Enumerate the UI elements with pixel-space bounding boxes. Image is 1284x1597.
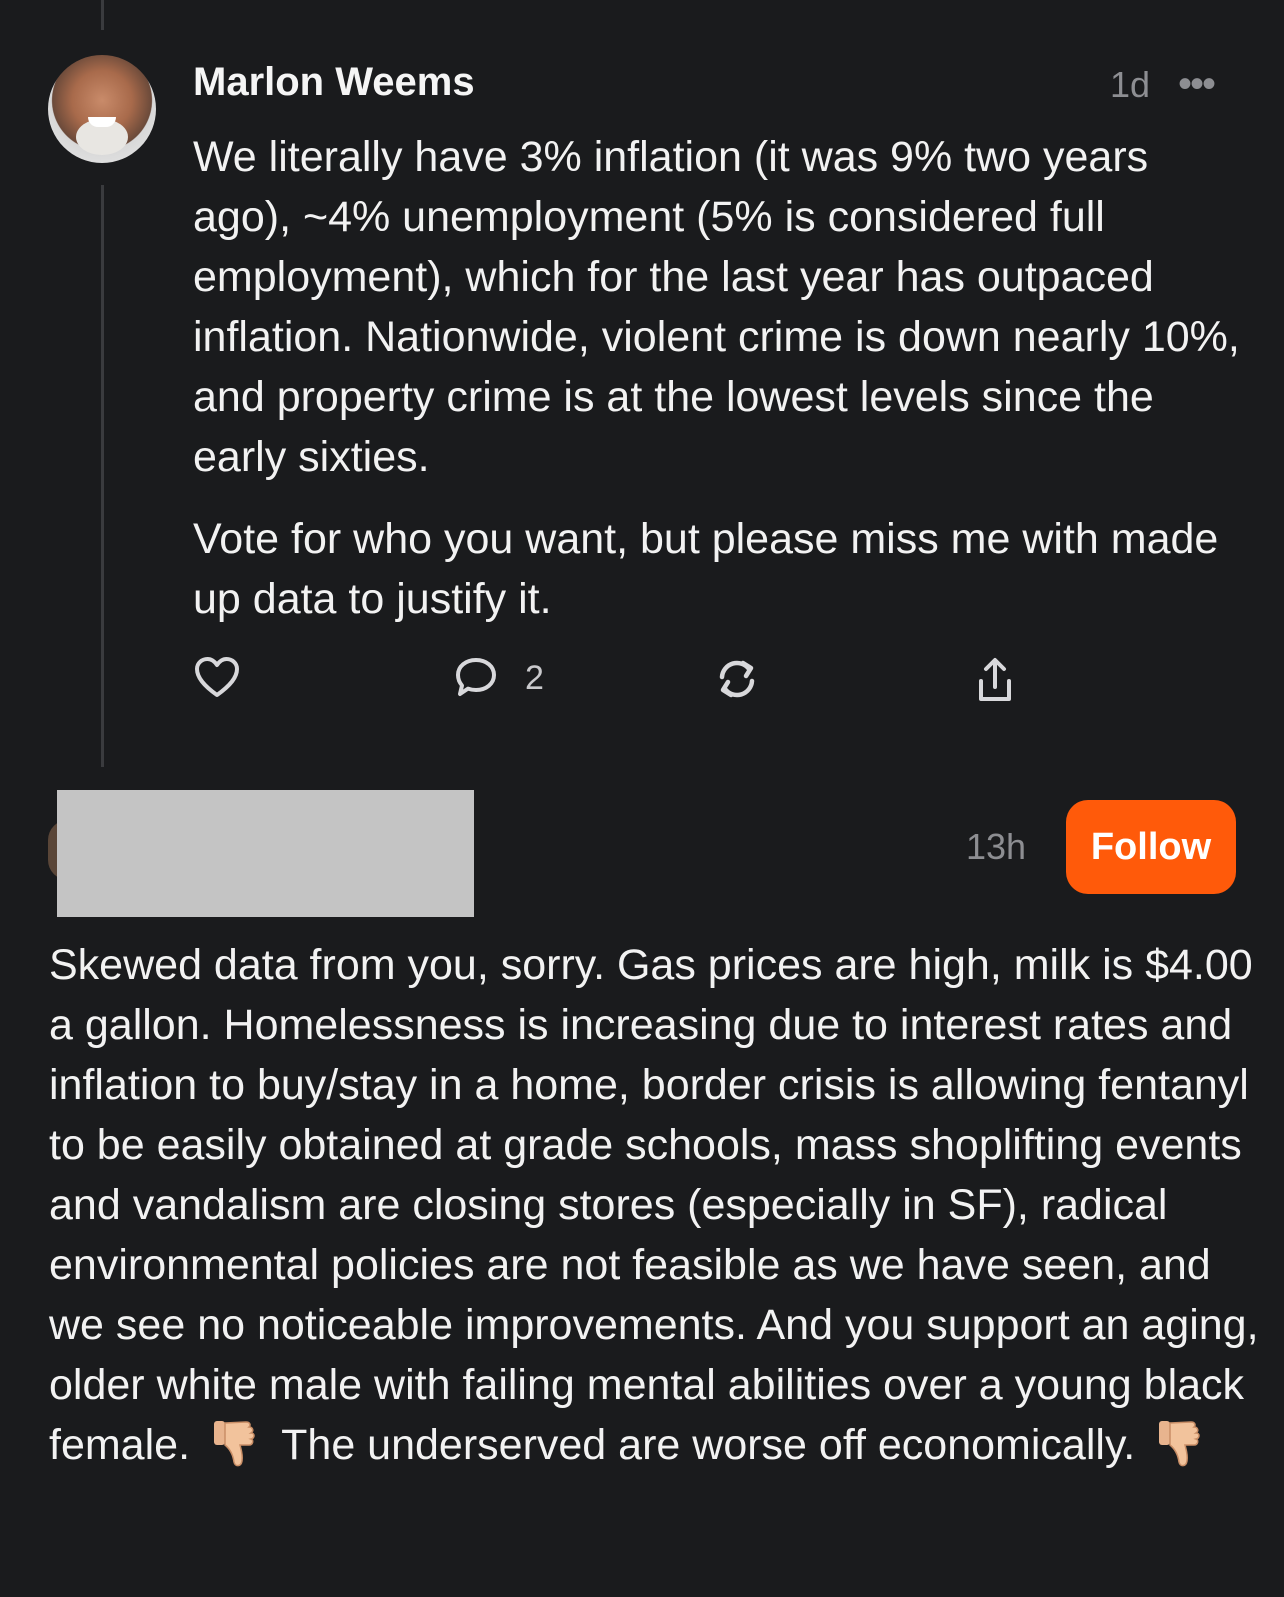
heart-icon — [195, 657, 239, 697]
post-paragraph-1: We literally have 3% inflation (it was 9… — [193, 133, 1240, 481]
post-body: We literally have 3% inflation (it was 9… — [193, 127, 1243, 629]
like-button[interactable] — [193, 655, 241, 699]
post-timestamp: 1d — [1110, 64, 1151, 105]
repost-button[interactable] — [713, 655, 761, 703]
repost-icon — [719, 660, 755, 698]
reply-text-part1: Skewed data from you, sorry. Gas prices … — [49, 941, 1259, 1469]
thread-line-top — [101, 0, 104, 30]
reply-timestamp: 13h — [966, 826, 1027, 867]
author-name[interactable]: Marlon Weems — [193, 60, 475, 105]
more-options-icon[interactable]: ••• — [1178, 62, 1216, 107]
follow-button[interactable]: Follow — [1066, 800, 1236, 894]
thumbs-down-icon — [213, 1420, 255, 1467]
reply-button[interactable]: 2 — [453, 655, 544, 701]
author-avatar[interactable] — [48, 55, 156, 163]
reply-count: 2 — [525, 658, 544, 697]
reply-body: Skewed data from you, sorry. Gas prices … — [49, 935, 1259, 1475]
share-icon — [979, 658, 1011, 701]
speech-bubble-icon — [456, 658, 496, 696]
reply-text-part2: The underserved are worse off economical… — [281, 1421, 1136, 1469]
share-button[interactable] — [973, 655, 1017, 705]
redacted-username — [57, 790, 474, 917]
post-paragraph-2: Vote for who you want, but please miss m… — [193, 515, 1219, 623]
post-action-bar: 2 — [0, 655, 1284, 705]
thumbs-down-icon-2 — [1159, 1420, 1200, 1467]
